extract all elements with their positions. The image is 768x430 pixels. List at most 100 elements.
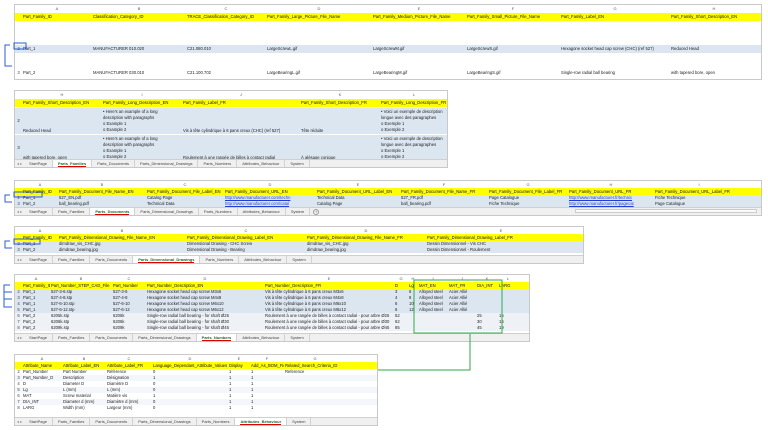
sheet-tab-label: Parts_Families [57, 419, 85, 424]
sheet-tab[interactable]: Parts_Families [53, 334, 91, 341]
table-row[interactable]: 3 Part_2 dimdraw_bearing.jpg Dimensional Dr… [15, 247, 583, 253]
column-letter: B [82, 356, 86, 361]
column-header: Display [229, 363, 243, 368]
table-row[interactable]: 3 Part_2 MANUFACTURER 030.010 C21.100.702 La… [15, 69, 761, 77]
column-header: Part_Family_Short_Description_EN [23, 100, 90, 105]
sheet-nav-arrows-icon[interactable]: ◂ ▸ [15, 335, 24, 340]
sheet-tab-label: StartPage [29, 257, 47, 262]
sheet-tab[interactable]: Parts_Documents [90, 418, 134, 425]
sheet-tab[interactable]: Parts_Dimensional_Drawings [135, 160, 199, 167]
column-header: Part_Family_Large_Picture_File_Name [267, 14, 341, 19]
sheet-tab[interactable]: Attributes_Behaviour [237, 160, 286, 167]
sheet-tab[interactable]: Parts_Documents [92, 160, 135, 167]
column-header: Part_Family_Document_File_Name_FR [401, 189, 476, 194]
sheet-tab[interactable]: Parts_Numbers [198, 160, 238, 167]
table-cell: Dimensional Drawing - Bearing [187, 247, 245, 252]
horizontal-scrollbar[interactable] [575, 209, 757, 213]
table-row[interactable]: 8 Part_2 6209k.stp 6209k Single-row radial b… [15, 325, 529, 331]
sheet-tab-label: Attributes_Behaviour [242, 209, 280, 214]
column-letter: B [120, 228, 124, 233]
sheet-tab[interactable]: System [287, 256, 312, 263]
sheet-tab-bar: ◂ ▸ StartPage Parts_Families Parts_Document… [15, 333, 529, 341]
sheet-tab[interactable]: System [285, 160, 310, 167]
sheet-tab[interactable]: System [286, 208, 311, 215]
column-header: MAT_FR [449, 283, 466, 288]
sheet-tab[interactable]: Attributes_Behaviour [237, 334, 286, 341]
column-letter: G [313, 356, 317, 361]
column-letter: H [712, 6, 716, 11]
table-cell: LargeBearingL.gif [267, 70, 301, 75]
sheet-tab-label: Parts_Documents [95, 209, 130, 215]
sheet-tab[interactable]: StartPage [24, 256, 53, 263]
table-cell: LargeScrewL.gif [267, 46, 298, 51]
sheet-tab[interactable]: Attributes_Behaviour [238, 208, 286, 215]
sheet-nav-arrows-icon[interactable]: ◂ ▸ [15, 419, 24, 424]
table-cell-line: longue avec des paragraphes [381, 142, 437, 147]
column-letter: C [244, 228, 248, 233]
sheet-tab[interactable]: Parts_Numbers [197, 418, 236, 425]
sheet-tab[interactable]: Parts_Documents [90, 256, 134, 263]
column-letter: C [127, 276, 131, 281]
header-row: Part_Family_ID Part_Family_Dimensional_Dr… [15, 234, 583, 241]
table-cell: 19 [499, 325, 504, 330]
table-cell-line: o Exemple 1 [381, 121, 405, 126]
sheet-tab[interactable]: Parts_Families [53, 418, 91, 425]
sheet-tab[interactable]: System [285, 334, 310, 341]
sheet-tab[interactable]: StartPage [24, 208, 53, 215]
sheet-tab[interactable]: Parts_Dimensional_Drawings [135, 208, 199, 215]
column-letter: E [417, 6, 421, 11]
sheet-nav-arrows-icon[interactable]: ◂ ▸ [15, 257, 24, 262]
sheet-tab[interactable]: Parts_Families [53, 208, 91, 215]
sheet-tab[interactable]: Parts_Documents [90, 334, 134, 341]
row-number-cell [15, 99, 22, 107]
add-sheet-icon[interactable]: + [313, 208, 320, 215]
sheet-tab[interactable]: StartPage [24, 418, 53, 425]
sheet-tab[interactable]: Attributes_Behaviour [239, 256, 288, 263]
sheet-tab[interactable]: Parts_Families [53, 256, 91, 263]
sheet-tab[interactable]: Parts_Families [52, 160, 93, 167]
column-header: Part_Family_Medium_Picture_File_Name [373, 14, 451, 19]
sheet-tab[interactable]: Parts_Documents [90, 208, 136, 215]
column-header: Part_Number [113, 283, 138, 288]
sheet-nav-arrows-icon[interactable]: ◂ ▸ [15, 209, 24, 214]
column-header: Part_Family_Document_File_Name_EN [59, 189, 134, 194]
table-cell: Part_2 [23, 247, 36, 252]
table-cell [418, 325, 448, 331]
table-cell: dimdraw_bearing.jpg [307, 247, 346, 252]
sheet-tab[interactable]: System [287, 418, 312, 425]
column-header: Language_Dependant_Attribute_Values [153, 363, 228, 368]
sheet-tab[interactable]: Parts_Numbers [196, 334, 238, 341]
table-row[interactable]: 8 LARG Width (mm) Largeur (mm) 0 1 1 [15, 405, 377, 411]
sheet-tab[interactable]: Parts_Dimensional_Drawings [133, 418, 197, 425]
sheet-tab-label: Parts_Documents [97, 161, 129, 166]
column-header: Attribute_Label_FR [107, 363, 144, 368]
table-cell: Roulement à une rangée de billes à conta… [265, 325, 390, 330]
column-header: Part_Number_STEP_CAD_File [51, 283, 110, 288]
table-cell: Part_2 [23, 70, 36, 75]
table-cell: 85 [395, 325, 400, 330]
sheet-tab-label: Parts_Numbers [203, 161, 232, 166]
table-cell: Hexagone socket head cap screw (CHC) (re… [561, 46, 654, 51]
table-cell: with tapered bore, open [671, 70, 715, 75]
sheet-tab-bar: ◂ ▸ StartPage Parts_Families Parts_Document… [15, 255, 583, 263]
row-number-header [15, 227, 22, 234]
sheet-tab[interactable]: Parts_Dimensional_Drawings [133, 256, 201, 263]
sheet-tab[interactable]: Parts_Numbers [199, 208, 238, 215]
column-header: Add_As_BOM_Field [251, 363, 284, 368]
table-cell: 0 [153, 405, 156, 410]
sheet-nav-arrows-icon[interactable]: ◂ ▸ [15, 161, 24, 166]
table-cell: Largeur (mm) [107, 405, 133, 410]
header-row: Part_Family_ID Classification_Category_ID… [15, 13, 761, 21]
sheet-tab[interactable]: StartPage [24, 334, 53, 341]
sheet-tab[interactable]: Attributes_Behaviour [235, 418, 288, 425]
connector-families [4, 44, 12, 67]
sheet-attributes-behaviour: A B C D E F G Attribute_Name Attribute_Label_EN… [14, 354, 378, 426]
row-number: 8 [17, 405, 20, 410]
sheet-tab[interactable]: StartPage [24, 160, 53, 167]
sheet-tab-label: Parts_Families [57, 161, 87, 167]
sheet-tab[interactable]: Parts_Dimensional_Drawings [133, 334, 197, 341]
table-row[interactable]: 2 Part_1 MANUFACTURER 010.020 C21.080.010 La… [15, 45, 761, 53]
sheet-tab-label: Parts_Numbers [205, 257, 234, 262]
sheet-tab[interactable]: Parts_Numbers [200, 256, 240, 263]
connector-documents [4, 194, 12, 203]
